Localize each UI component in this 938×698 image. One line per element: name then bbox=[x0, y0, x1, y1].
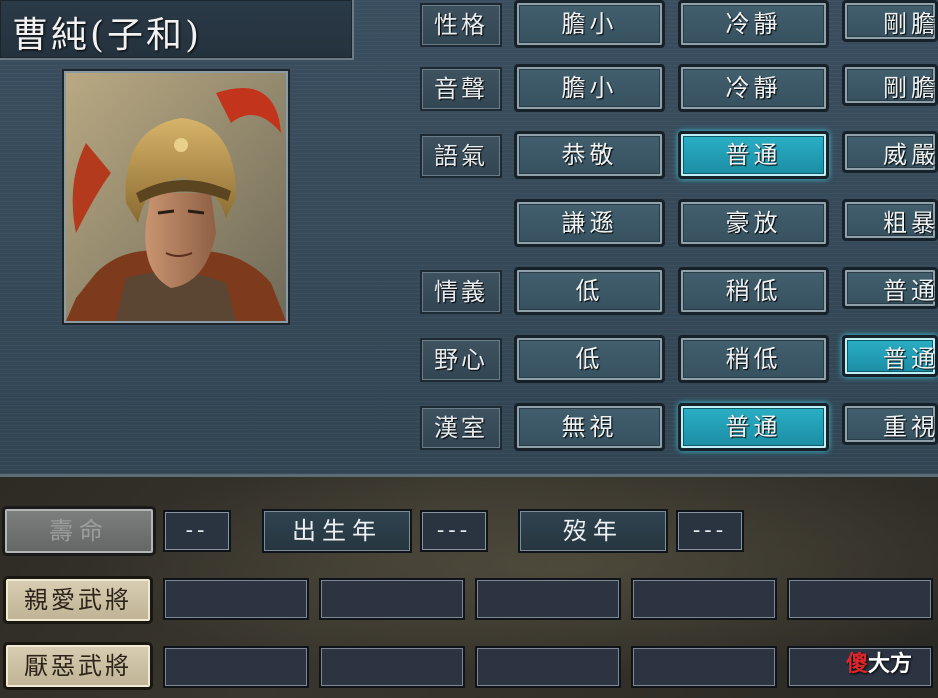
liked-officers-button[interactable]: 親愛武將 bbox=[3, 576, 153, 624]
trait-option-0-1[interactable]: 冷靜 bbox=[678, 0, 829, 48]
trait-option-2-1[interactable]: 普通 bbox=[678, 131, 829, 179]
trait-option-5-1[interactable]: 稍低 bbox=[678, 335, 829, 383]
trait-option-4-1[interactable]: 稍低 bbox=[678, 267, 829, 315]
liked-officer-slot-3[interactable] bbox=[475, 578, 621, 620]
portrait-image bbox=[66, 73, 286, 321]
trait-label-4: 情義 bbox=[420, 270, 502, 314]
trait-label-2: 語氣 bbox=[420, 134, 502, 178]
watermark-red: 傻 bbox=[846, 652, 869, 677]
trait-option-2-2[interactable]: 威嚴 bbox=[842, 131, 938, 173]
trait-option-6-0[interactable]: 無視 bbox=[514, 403, 665, 451]
trait-label-5: 野心 bbox=[420, 338, 502, 382]
lifespan-value: -- bbox=[163, 510, 231, 552]
trait-option-1-1[interactable]: 冷靜 bbox=[678, 64, 829, 112]
birth-year-label: 出生年 bbox=[262, 509, 412, 553]
officer-name-plate: 曹純(子和) bbox=[0, 0, 354, 60]
trait-option-3-1[interactable]: 豪放 bbox=[678, 199, 829, 247]
trait-option-2-0[interactable]: 恭敬 bbox=[514, 131, 665, 179]
trait-option-4-2[interactable]: 普通 bbox=[842, 267, 938, 309]
death-year-label: 歿年 bbox=[518, 509, 668, 553]
disliked-officer-slot-1[interactable] bbox=[163, 646, 309, 688]
trait-option-3-0[interactable]: 謙遜 bbox=[514, 199, 665, 247]
trait-label-0: 性格 bbox=[420, 3, 502, 47]
watermark-logo: 傻大方 bbox=[846, 646, 912, 678]
liked-officer-slot-4[interactable] bbox=[631, 578, 777, 620]
liked-officer-slot-1[interactable] bbox=[163, 578, 309, 620]
liked-officer-slot-5[interactable] bbox=[787, 578, 933, 620]
disliked-officers-button[interactable]: 厭惡武將 bbox=[3, 642, 153, 690]
officer-name: 曹純(子和) bbox=[12, 15, 203, 56]
trait-option-0-0[interactable]: 膽小 bbox=[514, 0, 665, 48]
disliked-officer-slot-4[interactable] bbox=[631, 646, 777, 688]
trait-option-0-2[interactable]: 剛膽 bbox=[842, 0, 938, 42]
trait-option-6-1[interactable]: 普通 bbox=[678, 403, 829, 451]
trait-option-1-2[interactable]: 剛膽 bbox=[842, 64, 938, 106]
trait-option-5-0[interactable]: 低 bbox=[514, 335, 665, 383]
liked-officer-slot-2[interactable] bbox=[319, 578, 465, 620]
disliked-officer-slot-2[interactable] bbox=[319, 646, 465, 688]
disliked-officer-slot-3[interactable] bbox=[475, 646, 621, 688]
trait-label-6: 漢室 bbox=[420, 406, 502, 450]
trait-option-3-2[interactable]: 粗暴 bbox=[842, 199, 938, 241]
trait-option-4-0[interactable]: 低 bbox=[514, 267, 665, 315]
watermark-white: 大方 bbox=[868, 652, 913, 677]
trait-option-5-2[interactable]: 普通 bbox=[842, 335, 938, 377]
trait-label-1: 音聲 bbox=[420, 67, 502, 111]
death-year-value: --- bbox=[676, 510, 744, 552]
lifespan-button[interactable]: 壽命 bbox=[2, 506, 156, 556]
officer-portrait bbox=[64, 71, 288, 323]
trait-option-6-2[interactable]: 重視 bbox=[842, 403, 938, 445]
birth-year-value: --- bbox=[420, 510, 488, 552]
trait-option-1-0[interactable]: 膽小 bbox=[514, 64, 665, 112]
